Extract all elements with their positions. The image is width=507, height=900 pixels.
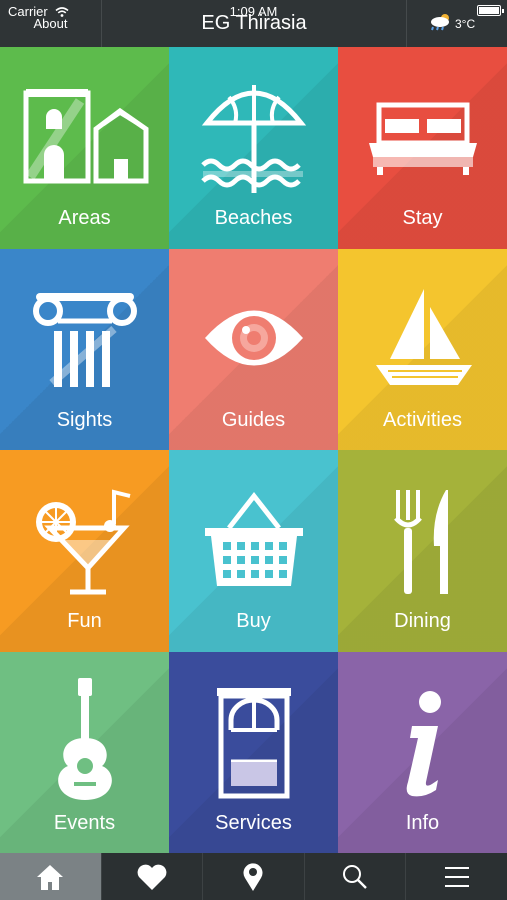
tile-fun[interactable]: Fun [0,450,169,652]
tile-label: Info [405,811,440,834]
tile-beaches[interactable]: Beaches [169,47,338,249]
cocktail-icon [0,484,169,604]
weather-widget[interactable]: 3°C [406,0,507,47]
tile-label: Events [53,811,116,834]
cloud-rain-sun-icon [431,14,449,31]
tile-activities[interactable]: Activities [338,248,507,450]
tab-map[interactable] [202,853,304,900]
bed-icon [338,81,507,201]
guitar-icon [0,677,169,806]
tile-label: Services [215,811,292,834]
tile-areas[interactable]: Areas [0,47,169,249]
tile-label: Fun [67,610,102,632]
column-icon [0,283,169,403]
tile-label: Dining [394,610,451,632]
tile-label: Beaches [214,207,293,229]
tile-sights[interactable]: Sights [0,248,169,450]
tile-label: Buy [236,610,271,632]
sailboat-icon [338,283,507,403]
app-screen: About Carrier 1:09 AM EG Thirasia 3°C Ar… [0,0,507,900]
houses-icon [0,81,169,201]
tile-label: Areas [58,207,111,229]
tab-menu[interactable] [405,853,507,900]
heart-icon [137,864,167,890]
tile-label: Guides [221,408,286,431]
search-icon [343,864,367,889]
tile-stay[interactable]: Stay [338,47,507,249]
eye-icon [169,283,338,403]
tab-search[interactable] [303,853,406,900]
tile-buy[interactable]: Buy [169,450,338,652]
basket-icon [169,484,338,604]
top-bar: About Carrier 1:09 AM EG Thirasia 3°C [0,0,507,47]
tile-dining[interactable]: Dining [338,450,507,652]
category-grid: Areas Beaches Stay Sights Guides Activit… [0,47,507,853]
tile-info[interactable]: Info [338,651,507,853]
map-pin-icon [243,862,263,891]
tile-label: Stay [402,207,443,229]
menu-icon [444,866,469,887]
temperature: 3°C [455,17,476,31]
page-title: EG Thirasia [201,12,307,34]
tile-events[interactable]: Events [0,651,169,853]
tile-guides[interactable]: Guides [169,248,338,450]
tile-label: Sights [56,408,113,431]
fork-knife-icon [338,484,507,604]
tab-bar [0,853,507,900]
tab-home[interactable] [0,853,101,900]
tab-favorites[interactable] [100,853,203,900]
home-icon [37,864,64,890]
tile-label: Activities [383,408,462,431]
info-icon [338,686,507,806]
tile-services[interactable]: Services [169,651,338,853]
beach-umbrella-icon [169,81,338,201]
window-icon [169,686,338,806]
